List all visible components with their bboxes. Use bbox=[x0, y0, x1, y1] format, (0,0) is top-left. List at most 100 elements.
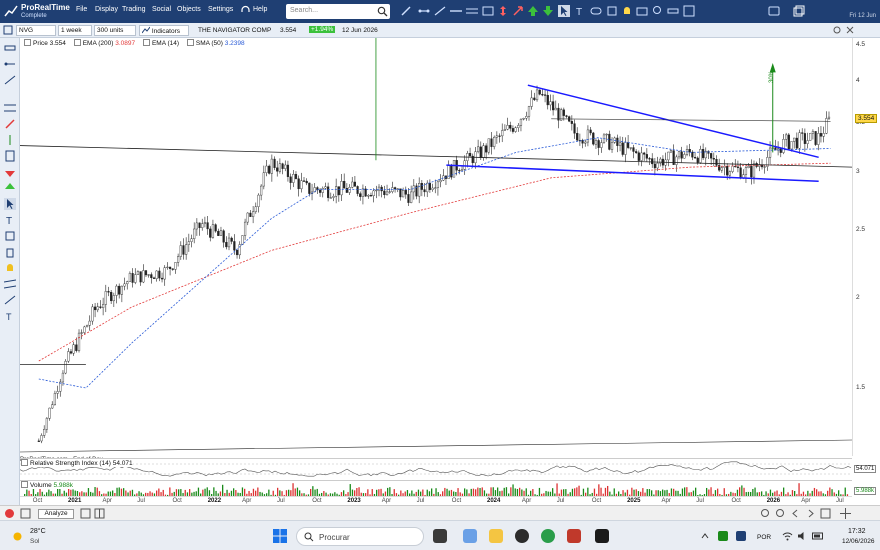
tray-app-icon[interactable] bbox=[718, 531, 728, 541]
indicators-button[interactable]: Indicators bbox=[139, 25, 189, 36]
price-axis[interactable]: 4.5 4 3.5 3 2.5 2 1.5 3.554 bbox=[852, 38, 880, 456]
app-dark-icon[interactable] bbox=[595, 529, 609, 543]
time-axis[interactable]: Oct 2021 Apr Jul Oct 2022 Apr Jul Oct 2023 Apr Jul O… bbox=[20, 496, 852, 505]
weather-temperature[interactable]: 28°C bbox=[30, 528, 46, 535]
sell-signal-icon[interactable] bbox=[4, 166, 16, 178]
units-select[interactable]: 300 units bbox=[94, 25, 136, 36]
menu-objects[interactable]: Objects bbox=[177, 6, 201, 13]
fibonacci-icon[interactable] bbox=[482, 5, 494, 17]
search-icon[interactable] bbox=[377, 6, 388, 17]
taskbar-search[interactable]: Procurar bbox=[296, 527, 424, 546]
channel-tool-icon[interactable] bbox=[466, 5, 478, 17]
windows-start-icon[interactable] bbox=[273, 529, 287, 543]
menu-trading[interactable]: Trading bbox=[122, 6, 145, 13]
zoom-in-icon[interactable] bbox=[760, 508, 771, 519]
sma50-checkbox[interactable] bbox=[186, 39, 194, 46]
rsi-checkbox[interactable] bbox=[21, 459, 28, 466]
scroll-right-icon[interactable] bbox=[805, 508, 816, 519]
wifi-icon[interactable] bbox=[782, 531, 793, 541]
help-headset-icon[interactable] bbox=[240, 5, 251, 16]
green-arrow-tool-icon[interactable] bbox=[4, 134, 16, 146]
window-restore-icon[interactable] bbox=[793, 5, 805, 17]
layout-icon[interactable] bbox=[94, 508, 105, 519]
volume-checkbox[interactable] bbox=[21, 481, 28, 488]
ruler-tool-icon[interactable] bbox=[4, 42, 16, 54]
ruler-icon[interactable] bbox=[667, 5, 679, 17]
legend-price[interactable]: Price 3.554 bbox=[24, 39, 66, 47]
fit-chart-icon[interactable] bbox=[820, 508, 831, 519]
price-checkbox[interactable] bbox=[24, 39, 31, 46]
pitchfork-tool-icon[interactable] bbox=[4, 294, 16, 306]
fibonacci-tool-icon[interactable] bbox=[4, 102, 16, 114]
task-view-icon[interactable] bbox=[433, 529, 447, 543]
pencil-icon[interactable] bbox=[400, 5, 412, 17]
red-arrow-icon[interactable] bbox=[512, 5, 524, 17]
alert-bell-icon[interactable] bbox=[4, 262, 16, 274]
segment-tool-icon[interactable] bbox=[4, 58, 16, 70]
taskbar-search-input[interactable]: Procurar bbox=[319, 533, 350, 542]
chart-settings-icon[interactable] bbox=[832, 25, 842, 35]
delete-tool-icon[interactable] bbox=[4, 246, 16, 258]
horizontal-line-icon[interactable] bbox=[450, 5, 462, 17]
chrome-icon[interactable] bbox=[541, 529, 555, 543]
buy-arrow-icon[interactable] bbox=[527, 5, 539, 17]
text-tool-icon[interactable]: T bbox=[4, 214, 16, 226]
buy-signal-icon[interactable] bbox=[4, 182, 16, 194]
sell-arrow-icon[interactable] bbox=[542, 5, 554, 17]
file-explorer-icon[interactable] bbox=[489, 529, 503, 543]
ema200-checkbox[interactable] bbox=[73, 39, 81, 46]
channel-tool-icon[interactable] bbox=[4, 278, 16, 290]
price-chart-canvas[interactable] bbox=[19, 38, 853, 456]
rsi-panel[interactable]: Relative Strength Index (14) 54.071 bbox=[20, 458, 852, 478]
cursor-icon[interactable] bbox=[558, 5, 570, 17]
widgets-app-icon[interactable] bbox=[463, 529, 477, 543]
app-red-icon[interactable] bbox=[567, 529, 581, 543]
speaker-icon[interactable] bbox=[797, 531, 808, 541]
ema14-checkbox[interactable] bbox=[142, 39, 150, 46]
analyze-button[interactable]: Analyze bbox=[38, 509, 74, 519]
battery-icon[interactable] bbox=[812, 531, 824, 541]
shape-tool-icon[interactable] bbox=[4, 230, 16, 242]
bell-icon[interactable] bbox=[621, 5, 633, 17]
camera-app-icon[interactable] bbox=[515, 529, 529, 543]
link-icon[interactable] bbox=[590, 5, 602, 17]
crosshair-icon[interactable] bbox=[840, 508, 851, 519]
menu-file[interactable]: File bbox=[76, 6, 87, 13]
cursor-tool-icon[interactable] bbox=[4, 198, 16, 210]
price-chart[interactable]: Price 3.554 EMA (200) 3.0897 EMA (14) SM… bbox=[19, 38, 853, 463]
calculator-icon[interactable] bbox=[4, 150, 16, 162]
segment-tool-icon[interactable] bbox=[418, 5, 430, 17]
notification-icon[interactable] bbox=[768, 5, 780, 17]
clock-time[interactable]: 17:32 bbox=[848, 528, 866, 535]
window-icon[interactable] bbox=[20, 508, 31, 519]
menu-settings[interactable]: Settings bbox=[208, 6, 233, 13]
search-input[interactable]: Search... bbox=[290, 7, 318, 14]
layers-icon[interactable] bbox=[606, 5, 618, 17]
share-icon[interactable] bbox=[636, 5, 648, 17]
menu-display[interactable]: Display bbox=[95, 6, 118, 13]
menu-help[interactable]: Help bbox=[253, 6, 267, 13]
menu-social[interactable]: Social bbox=[152, 6, 171, 13]
red-arrow-tool-icon[interactable] bbox=[4, 118, 16, 130]
chart-menu-icon[interactable] bbox=[3, 25, 13, 35]
scroll-left-icon[interactable] bbox=[790, 508, 801, 519]
zoom-out-icon[interactable] bbox=[775, 508, 786, 519]
search-box[interactable]: Search... bbox=[286, 4, 390, 19]
arrow-up-down-icon[interactable] bbox=[497, 5, 509, 17]
timeframe-select[interactable]: 1 week bbox=[58, 25, 92, 36]
text-label-icon[interactable]: T bbox=[4, 310, 16, 322]
text-tool-icon[interactable]: T bbox=[574, 5, 586, 17]
keyboard-language[interactable]: POR bbox=[757, 534, 771, 541]
tray-chevron-icon[interactable] bbox=[700, 531, 710, 541]
legend-sma50[interactable]: SMA (50) 3.2398 bbox=[186, 39, 245, 47]
volume-panel[interactable]: Volume 5.988k bbox=[20, 480, 852, 497]
legend-ema200[interactable]: EMA (200) 3.0897 bbox=[73, 39, 135, 47]
add-chart-icon[interactable] bbox=[80, 508, 91, 519]
symbol-select[interactable]: NVG bbox=[16, 25, 56, 36]
legend-ema14[interactable]: EMA (14) bbox=[142, 39, 179, 47]
clock-date[interactable]: 12/06/2026 bbox=[842, 538, 875, 545]
ray-tool-icon[interactable] bbox=[434, 5, 446, 17]
sun-weather-icon[interactable] bbox=[10, 529, 25, 544]
trendline-tool-icon[interactable] bbox=[4, 74, 16, 86]
alert-icon[interactable] bbox=[4, 508, 15, 519]
